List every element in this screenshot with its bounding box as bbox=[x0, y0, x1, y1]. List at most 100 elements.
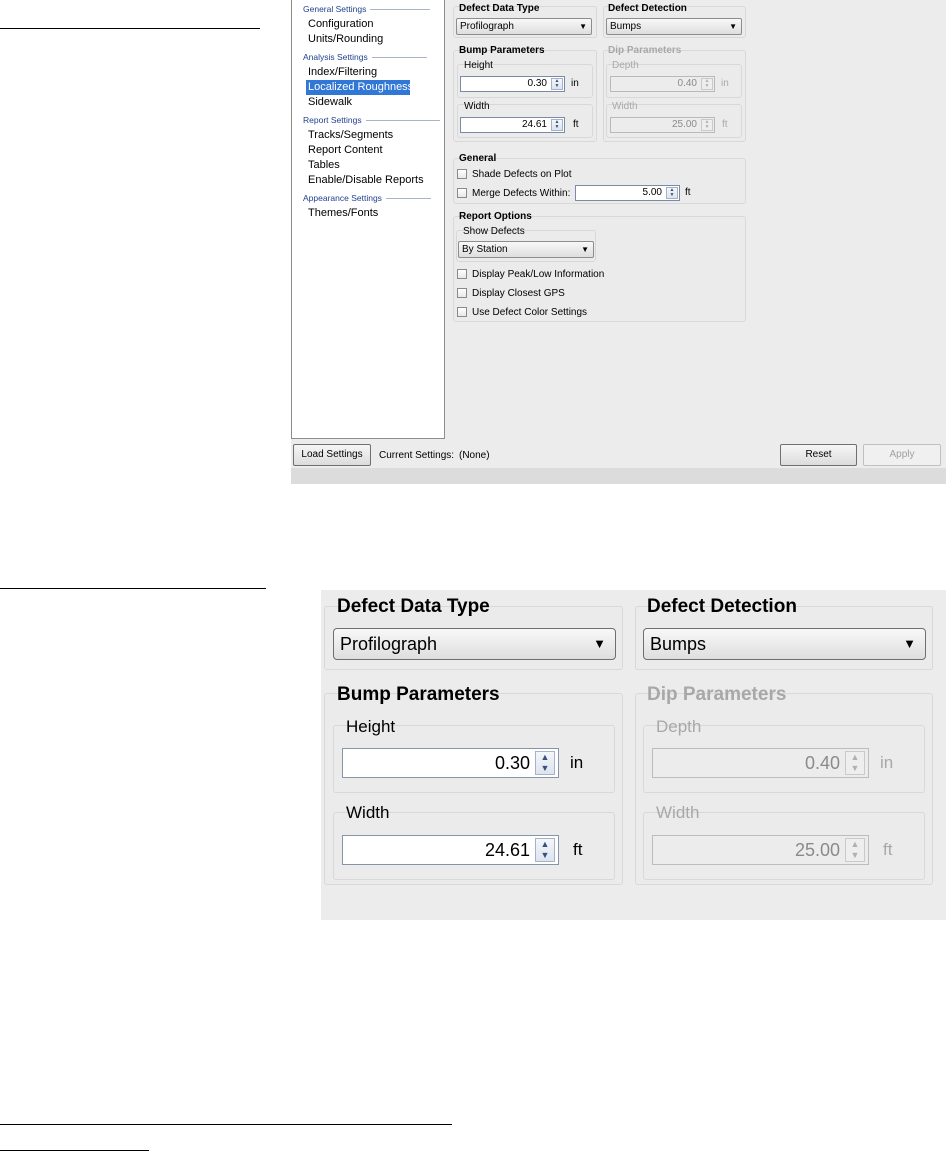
zoom-dip-depth-spinner: ▲ ▼ bbox=[845, 751, 865, 775]
defect-data-type-dropdown[interactable]: Profilograph ▼ bbox=[456, 18, 592, 35]
arrow-down-icon[interactable]: ▼ bbox=[667, 193, 677, 198]
display-peak-low-checkbox[interactable]: Display Peak/Low Information bbox=[457, 268, 604, 280]
nav-item-report-content[interactable]: Report Content bbox=[306, 143, 385, 158]
dip-depth-value: 0.40 bbox=[677, 78, 697, 89]
defect-detection-value: Bumps bbox=[610, 21, 642, 32]
bump-width-input[interactable]: 24.61 ▲ ▼ bbox=[460, 117, 565, 133]
nav-item-sidewalk[interactable]: Sidewalk bbox=[306, 95, 354, 110]
bump-height-input[interactable]: 0.30 ▲ ▼ bbox=[460, 76, 565, 92]
merge-defects-checkbox[interactable]: Merge Defects Within: bbox=[457, 187, 570, 199]
bump-parameters-title: Bump Parameters bbox=[459, 45, 545, 56]
arrow-up-icon: ▲ bbox=[850, 839, 860, 849]
zoom-dip-depth-value: 0.40 bbox=[804, 753, 840, 773]
arrow-up-icon: ▲ bbox=[850, 752, 860, 762]
show-defects-dropdown[interactable]: By Station ▼ bbox=[458, 241, 594, 258]
nav-item-localized-roughness[interactable]: Localized Roughness bbox=[306, 80, 413, 95]
bump-height-spinner[interactable]: ▲ ▼ bbox=[551, 78, 563, 90]
dip-width-input: 25.00 ▲ ▼ bbox=[610, 117, 715, 133]
nav-item-tables[interactable]: Tables bbox=[306, 158, 342, 173]
shade-defects-label: Shade Defects on Plot bbox=[472, 168, 572, 180]
divider-line-1 bbox=[0, 28, 260, 29]
chevron-down-icon: ▼ bbox=[579, 22, 587, 31]
merge-defects-input[interactable]: 5.00 ▲ ▼ bbox=[575, 185, 680, 201]
bump-height-unit: in bbox=[571, 78, 579, 89]
arrow-down-icon[interactable]: ▼ bbox=[552, 84, 562, 89]
zoom-defect-data-type-title: Defect Data Type bbox=[337, 596, 490, 617]
checkbox-icon[interactable] bbox=[457, 307, 467, 317]
checkbox-icon[interactable] bbox=[457, 288, 467, 298]
arrow-up-icon[interactable]: ▲ bbox=[536, 752, 554, 763]
display-closest-gps-checkbox[interactable]: Display Closest GPS bbox=[457, 287, 565, 299]
defect-data-type-value: Profilograph bbox=[460, 21, 514, 32]
defect-detection-dropdown[interactable]: Bumps ▼ bbox=[606, 18, 742, 35]
zoom-bump-width-spinner[interactable]: ▲ ▼ bbox=[535, 838, 555, 862]
zoom-defect-detection-title: Defect Detection bbox=[647, 596, 797, 617]
dip-parameters-title: Dip Parameters bbox=[608, 45, 682, 56]
merge-defects-label: Merge Defects Within: bbox=[472, 187, 571, 199]
nav-item-themes-fonts[interactable]: Themes/Fonts bbox=[306, 206, 380, 221]
dip-width-spinner: ▲ ▼ bbox=[701, 119, 713, 131]
report-options-title: Report Options bbox=[459, 211, 532, 222]
chevron-down-icon: ▼ bbox=[903, 636, 916, 651]
zoom-bump-height-value: 0.30 bbox=[494, 753, 530, 773]
arrow-down-icon[interactable]: ▼ bbox=[536, 763, 554, 774]
reset-button[interactable]: Reset bbox=[780, 444, 857, 466]
nav-item-index-filtering[interactable]: Index/Filtering bbox=[306, 65, 379, 80]
zoom-dip-depth-label: Depth bbox=[656, 717, 702, 736]
arrow-down-icon: ▼ bbox=[704, 124, 710, 130]
zoom-defect-detection-dropdown[interactable]: Bumps ▼ bbox=[643, 628, 926, 660]
merge-defects-spinner[interactable]: ▲ ▼ bbox=[666, 187, 678, 199]
dip-depth-unit: in bbox=[721, 78, 729, 89]
arrow-down-icon[interactable]: ▼ bbox=[536, 850, 554, 861]
checkbox-icon[interactable] bbox=[457, 269, 467, 279]
bump-height-value: 0.30 bbox=[527, 78, 547, 89]
divider-line-2 bbox=[0, 588, 266, 589]
settings-window: General Settings Configuration Units/Rou… bbox=[291, 0, 946, 484]
dip-width-value: 25.00 bbox=[671, 119, 697, 130]
shade-defects-checkbox[interactable]: Shade Defects on Plot bbox=[457, 168, 572, 180]
chevron-down-icon: ▼ bbox=[729, 22, 737, 31]
defect-detection-title: Defect Detection bbox=[608, 3, 687, 14]
arrow-up-icon[interactable]: ▲ bbox=[536, 839, 554, 850]
load-settings-button[interactable]: Load Settings bbox=[293, 444, 371, 466]
zoom-defect-data-type-value: Profilograph bbox=[340, 634, 438, 654]
bump-width-label: Width bbox=[464, 101, 490, 112]
use-defect-color-checkbox[interactable]: Use Defect Color Settings bbox=[457, 306, 587, 318]
nav-item-enable-disable-reports[interactable]: Enable/Disable Reports bbox=[306, 173, 426, 188]
dip-depth-spinner: ▲ ▼ bbox=[701, 78, 713, 90]
zoom-bump-width-label: Width bbox=[346, 803, 390, 822]
dip-depth-label: Depth bbox=[612, 60, 639, 71]
nav-item-units-rounding[interactable]: Units/Rounding bbox=[306, 32, 385, 47]
zoom-defect-data-type-dropdown[interactable]: Profilograph ▼ bbox=[333, 628, 616, 660]
zoom-bump-height-spinner[interactable]: ▲ ▼ bbox=[535, 751, 555, 775]
zoom-dip-width-input: 25.00 ▲ ▼ bbox=[652, 835, 869, 865]
nav-section-general: General Settings bbox=[303, 3, 431, 15]
zoomed-parameters-panel: Defect Data Type Profilograph ▼ Defect D… bbox=[321, 590, 946, 920]
show-defects-label: Show Defects bbox=[463, 226, 525, 237]
arrow-down-icon[interactable]: ▼ bbox=[552, 125, 562, 130]
bump-width-unit: ft bbox=[573, 119, 579, 130]
display-closest-gps-label: Display Closest GPS bbox=[472, 287, 565, 299]
settings-nav-list[interactable]: General Settings Configuration Units/Rou… bbox=[291, 0, 445, 439]
nav-section-appearance: Appearance Settings bbox=[303, 192, 431, 204]
bump-height-label: Height bbox=[464, 60, 493, 71]
zoom-dip-width-unit: ft bbox=[883, 840, 893, 859]
merge-defects-unit: ft bbox=[685, 187, 691, 198]
zoom-dip-parameters-title: Dip Parameters bbox=[647, 684, 787, 705]
zoom-bump-height-unit: in bbox=[570, 753, 584, 772]
current-settings-value: (None) bbox=[459, 450, 490, 461]
nav-item-configuration[interactable]: Configuration bbox=[306, 17, 375, 32]
use-defect-color-label: Use Defect Color Settings bbox=[472, 306, 588, 318]
nav-item-tracks-segments[interactable]: Tracks/Segments bbox=[306, 128, 395, 143]
checkbox-icon[interactable] bbox=[457, 169, 467, 179]
checkbox-icon[interactable] bbox=[457, 188, 467, 198]
zoom-bump-height-input[interactable]: 0.30 ▲ ▼ bbox=[342, 748, 559, 778]
bump-width-spinner[interactable]: ▲ ▼ bbox=[551, 119, 563, 131]
zoom-bump-width-input[interactable]: 24.61 ▲ ▼ bbox=[342, 835, 559, 865]
arrow-down-icon: ▼ bbox=[850, 763, 860, 773]
window-footer-strip bbox=[291, 468, 946, 484]
display-peak-low-label: Display Peak/Low Information bbox=[472, 268, 605, 280]
show-defects-value: By Station bbox=[462, 244, 508, 255]
merge-defects-value: 5.00 bbox=[642, 187, 662, 198]
chevron-down-icon: ▼ bbox=[581, 245, 589, 254]
